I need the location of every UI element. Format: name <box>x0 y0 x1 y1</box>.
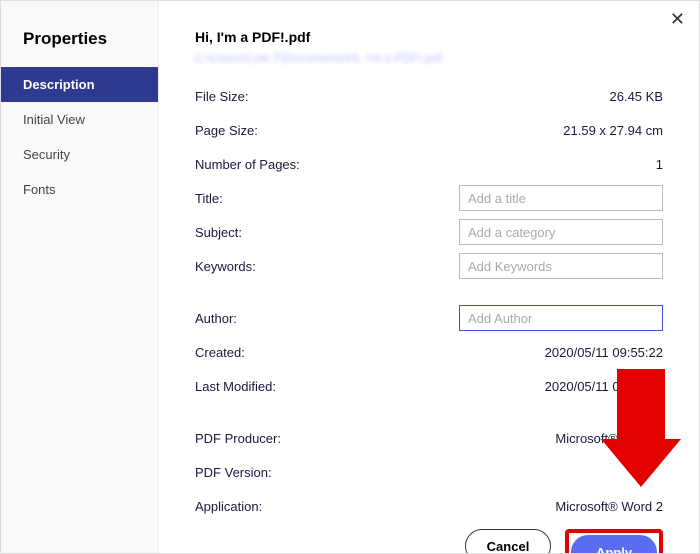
title-input[interactable] <box>459 185 663 211</box>
close-icon[interactable]: ✕ <box>670 9 685 30</box>
label-pdf-version: PDF Version: <box>195 465 375 480</box>
value-last-modified: 2020/05/11 09:55:22 <box>375 379 663 394</box>
sidebar-item-security[interactable]: Security <box>1 137 158 172</box>
label-last-modified: Last Modified: <box>195 379 375 394</box>
label-subject: Subject: <box>195 225 375 240</box>
author-input[interactable] <box>459 305 663 331</box>
value-pdf-producer: Microsoft® Word 2 <box>375 431 663 446</box>
label-keywords: Keywords: <box>195 259 375 274</box>
keywords-input[interactable] <box>459 253 663 279</box>
value-page-size: 21.59 x 27.94 cm <box>375 123 663 138</box>
sidebar-item-description[interactable]: Description <box>1 67 158 102</box>
panel-title: Properties <box>1 19 158 67</box>
file-name: Hi, I'm a PDF!.pdf <box>195 29 663 45</box>
label-title: Title: <box>195 191 375 206</box>
properties-dialog: ✕ Properties Description Initial View Se… <box>0 0 700 554</box>
sidebar-item-initial-view[interactable]: Initial View <box>1 102 158 137</box>
value-application: Microsoft® Word 2 <box>375 499 663 514</box>
label-file-size: File Size: <box>195 89 375 104</box>
cancel-button[interactable]: Cancel <box>465 529 551 553</box>
value-created: 2020/05/11 09:55:22 <box>375 345 663 360</box>
label-num-pages: Number of Pages: <box>195 157 375 172</box>
label-application: Application: <box>195 499 375 514</box>
label-created: Created: <box>195 345 375 360</box>
apply-highlight-box: Apply <box>565 529 663 553</box>
label-page-size: Page Size: <box>195 123 375 138</box>
apply-button[interactable]: Apply <box>571 535 657 553</box>
subject-input[interactable] <box>459 219 663 245</box>
value-file-size: 26.45 KB <box>375 89 663 104</box>
dialog-footer: Cancel Apply <box>195 519 663 553</box>
sidebar-item-fonts[interactable]: Fonts <box>1 172 158 207</box>
main-panel: Hi, I'm a PDF!.pdf C:\Users\Cole T\Docum… <box>159 1 699 553</box>
label-pdf-producer: PDF Producer: <box>195 431 375 446</box>
label-author: Author: <box>195 311 375 326</box>
sidebar: Properties Description Initial View Secu… <box>1 1 159 553</box>
file-path: C:\Users\Cole T\Documents\Hi, I'm a PDF!… <box>195 51 663 65</box>
properties-list: File Size: 26.45 KB Page Size: 21.59 x 2… <box>195 83 663 519</box>
value-num-pages: 1 <box>375 157 663 172</box>
